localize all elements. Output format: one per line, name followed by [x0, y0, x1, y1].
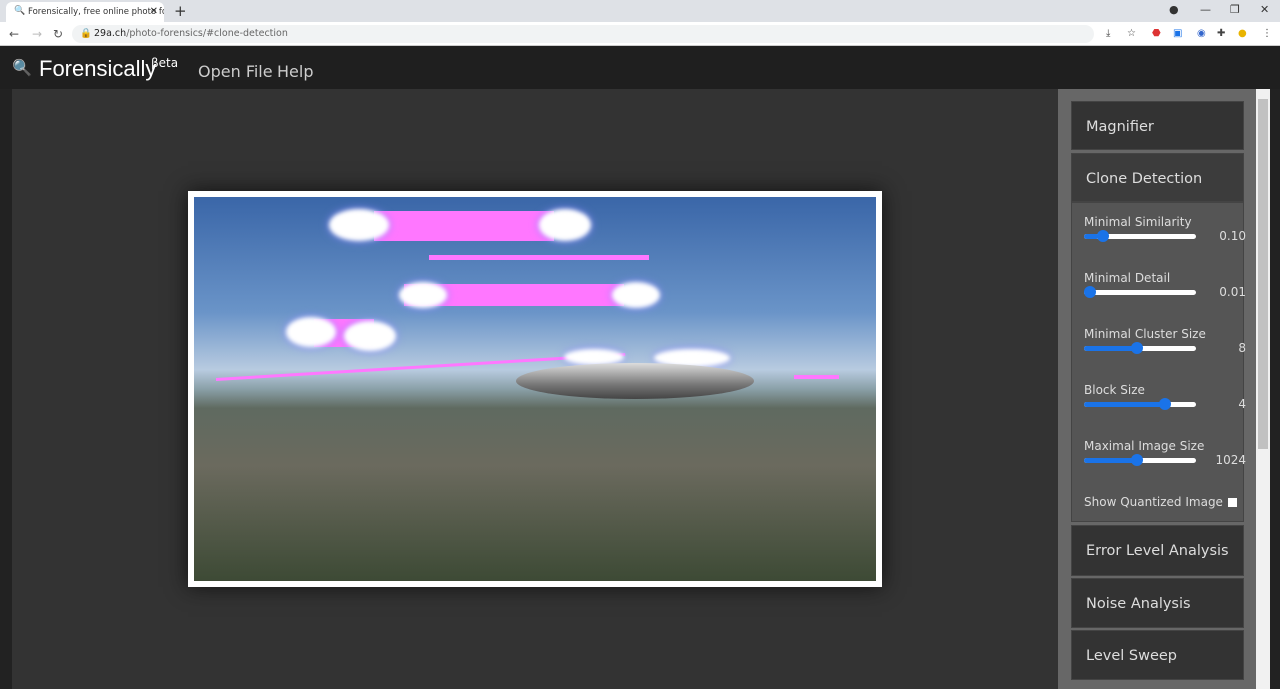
setting-value: 8: [1238, 341, 1246, 355]
setting-row: Block Size 4: [1084, 383, 1246, 411]
slider-thumb[interactable]: [1131, 342, 1143, 354]
magnifier-logo-icon: 🔍: [12, 58, 32, 77]
panel-magnifier[interactable]: Magnifier: [1071, 101, 1244, 150]
extension-icon[interactable]: ◉: [1197, 28, 1206, 39]
extension-new-icon[interactable]: ▣: [1173, 28, 1182, 39]
open-file-menu[interactable]: Open File: [198, 62, 273, 81]
show-quantized-checkbox[interactable]: [1228, 498, 1237, 507]
minimize-button[interactable]: —: [1200, 3, 1211, 16]
slider-thumb[interactable]: [1159, 398, 1171, 410]
clone-marker: [329, 209, 389, 241]
setting-label: Minimal Detail: [1084, 271, 1171, 285]
kebab-menu-icon[interactable]: ⋮: [1262, 28, 1272, 39]
setting-label: Maximal Image Size: [1084, 439, 1205, 453]
setting-row: Minimal Detail 0.01: [1084, 271, 1246, 299]
adblock-icon[interactable]: ⬣: [1152, 28, 1161, 39]
profile-menu-icon[interactable]: ●: [1169, 3, 1179, 16]
setting-value: 4: [1238, 397, 1246, 411]
sidebar-scrollbar[interactable]: [1256, 89, 1270, 689]
scrollbar-thumb[interactable]: [1258, 99, 1268, 449]
setting-label: Minimal Cluster Size: [1084, 327, 1206, 341]
setting-slider[interactable]: [1084, 230, 1196, 242]
setting-slider[interactable]: [1084, 454, 1196, 466]
clone-marker: [429, 255, 649, 260]
new-tab-button[interactable]: +: [174, 2, 187, 20]
clone-marker: [794, 375, 839, 379]
setting-label: Minimal Similarity: [1084, 215, 1192, 229]
panel-level-sweep[interactable]: Level Sweep: [1071, 630, 1244, 680]
ufo-object: [516, 363, 754, 399]
lock-icon: 🔒: [80, 28, 92, 39]
reload-icon[interactable]: ↻: [53, 27, 63, 41]
clone-marker: [286, 317, 336, 347]
url-bar[interactable]: 🔒 29a.ch/photo-forensics/#clone-detection: [72, 25, 1094, 43]
back-icon[interactable]: ←: [9, 27, 19, 41]
slider-fill: [1084, 402, 1168, 407]
restore-button[interactable]: ❐: [1230, 3, 1240, 16]
clone-marker: [612, 282, 660, 308]
show-quantized-row: Show Quantized Image: [1084, 495, 1237, 509]
setting-row: Maximal Image Size 1024: [1084, 439, 1246, 467]
analyzed-photo[interactable]: [194, 197, 876, 581]
close-tab-icon[interactable]: ✕: [150, 6, 158, 17]
install-icon[interactable]: ⤓: [1106, 28, 1110, 39]
bookmark-star-icon[interactable]: ☆: [1127, 28, 1136, 39]
clone-detection-settings: Minimal Similarity 0.10 Minimal Detail 0.…: [1071, 202, 1246, 522]
setting-value: 1024: [1215, 453, 1246, 467]
puzzle-extensions-icon[interactable]: ✚: [1217, 28, 1225, 39]
beta-label: βeta: [151, 56, 179, 70]
setting-slider[interactable]: [1084, 286, 1196, 298]
panel-error-level-analysis[interactable]: Error Level Analysis: [1071, 525, 1244, 576]
setting-value: 0.01: [1219, 285, 1246, 299]
clone-marker: [344, 321, 396, 351]
slider-thumb[interactable]: [1131, 454, 1143, 466]
image-frame: [188, 191, 882, 587]
setting-label: Block Size: [1084, 383, 1145, 397]
clone-marker: [539, 209, 591, 241]
tab-bar: 🔍 Forensically, free online photo fo ✕ + ●…: [0, 0, 1280, 22]
forward-icon[interactable]: →: [32, 27, 42, 41]
help-menu[interactable]: Help: [277, 62, 313, 81]
avatar[interactable]: ●: [1238, 28, 1247, 39]
setting-slider[interactable]: [1084, 398, 1196, 410]
slider-thumb[interactable]: [1097, 230, 1109, 242]
panel-noise-analysis[interactable]: Noise Analysis: [1071, 578, 1244, 628]
setting-row: Minimal Cluster Size 8: [1084, 327, 1246, 355]
address-toolbar: ← → ↻ 🔒 29a.ch/photo-forensics/#clone-det…: [0, 22, 1280, 46]
slider-fill: [1084, 346, 1137, 351]
setting-row: Minimal Similarity 0.10: [1084, 215, 1246, 243]
clone-marker: [374, 211, 554, 241]
close-window-button[interactable]: ✕: [1260, 3, 1269, 16]
brand-title: Forensically: [39, 56, 157, 81]
setting-slider[interactable]: [1084, 342, 1196, 354]
browser-tab[interactable]: 🔍 Forensically, free online photo fo ✕: [6, 2, 164, 22]
panel-clone-detection[interactable]: Clone Detection: [1071, 153, 1244, 202]
setting-value: 0.10: [1219, 229, 1246, 243]
app-header: 🔍 Forensically βeta Open File Help: [0, 46, 1280, 89]
image-canvas-area: [12, 89, 1058, 689]
slider-thumb[interactable]: [1084, 286, 1096, 298]
slider-fill: [1084, 458, 1137, 463]
clone-marker: [399, 282, 447, 308]
tool-sidebar: Magnifier Clone Detection Minimal Simila…: [1058, 89, 1256, 689]
search-icon: 🔍: [14, 6, 26, 16]
